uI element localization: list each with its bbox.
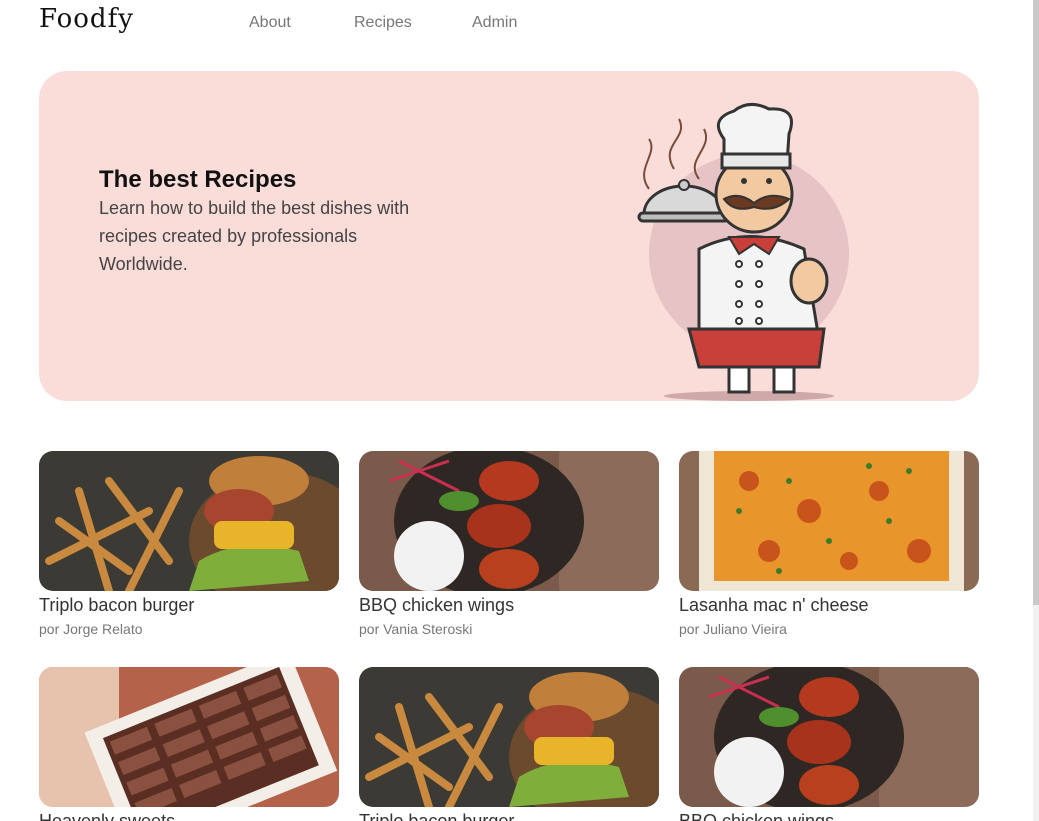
recipe-card[interactable]: Triplo bacon burger por Jorge Relato (39, 451, 339, 637)
hero-title: The best Recipes (99, 166, 297, 193)
recipe-title[interactable]: Heavenly sweets (39, 811, 339, 821)
recipe-card[interactable]: BBQ chicken wings (679, 667, 979, 821)
recipe-image[interactable] (359, 451, 659, 591)
recipe-card[interactable]: Heavenly sweets (39, 667, 339, 821)
recipe-card[interactable]: Lasanha mac n' cheese por Juliano Vieira (679, 451, 979, 637)
recipe-author: por Jorge Relato (39, 621, 143, 637)
recipe-image[interactable] (39, 451, 339, 591)
hero-text: Learn how to build the best dishes with … (99, 198, 410, 274)
recipe-image[interactable] (679, 667, 979, 807)
recipe-image[interactable] (679, 451, 979, 591)
recipe-author: por Juliano Vieira (679, 621, 787, 637)
recipe-title[interactable]: Triplo bacon burger (359, 811, 659, 821)
recipe-author: por Vania Steroski (359, 621, 473, 637)
recipe-image[interactable] (359, 667, 659, 807)
nav-recipes[interactable]: Recipes (354, 14, 412, 32)
page: Foodfy About Recipes Admin The best Reci… (0, 0, 1033, 821)
recipe-title[interactable]: Lasanha mac n' cheese (679, 595, 979, 616)
recipe-image[interactable] (39, 667, 339, 807)
brand-logo[interactable]: Foodfy (39, 4, 134, 34)
recipe-title[interactable]: BBQ chicken wings (359, 595, 659, 616)
recipe-card[interactable]: BBQ chicken wings por Vania Steroski (359, 451, 659, 637)
chef-illustration (637, 103, 849, 401)
recipe-title[interactable]: Triplo bacon burger (39, 595, 339, 616)
nav-about[interactable]: About (249, 14, 291, 32)
scrollbar-thumb[interactable] (1033, 0, 1039, 605)
site-header: Foodfy About Recipes Admin (39, 0, 979, 48)
nav-admin[interactable]: Admin (472, 14, 517, 32)
recipe-card[interactable]: Triplo bacon burger (359, 667, 659, 821)
hero-banner: The best Recipes Learn how to build the … (39, 71, 979, 401)
recipe-title[interactable]: BBQ chicken wings (679, 811, 979, 821)
